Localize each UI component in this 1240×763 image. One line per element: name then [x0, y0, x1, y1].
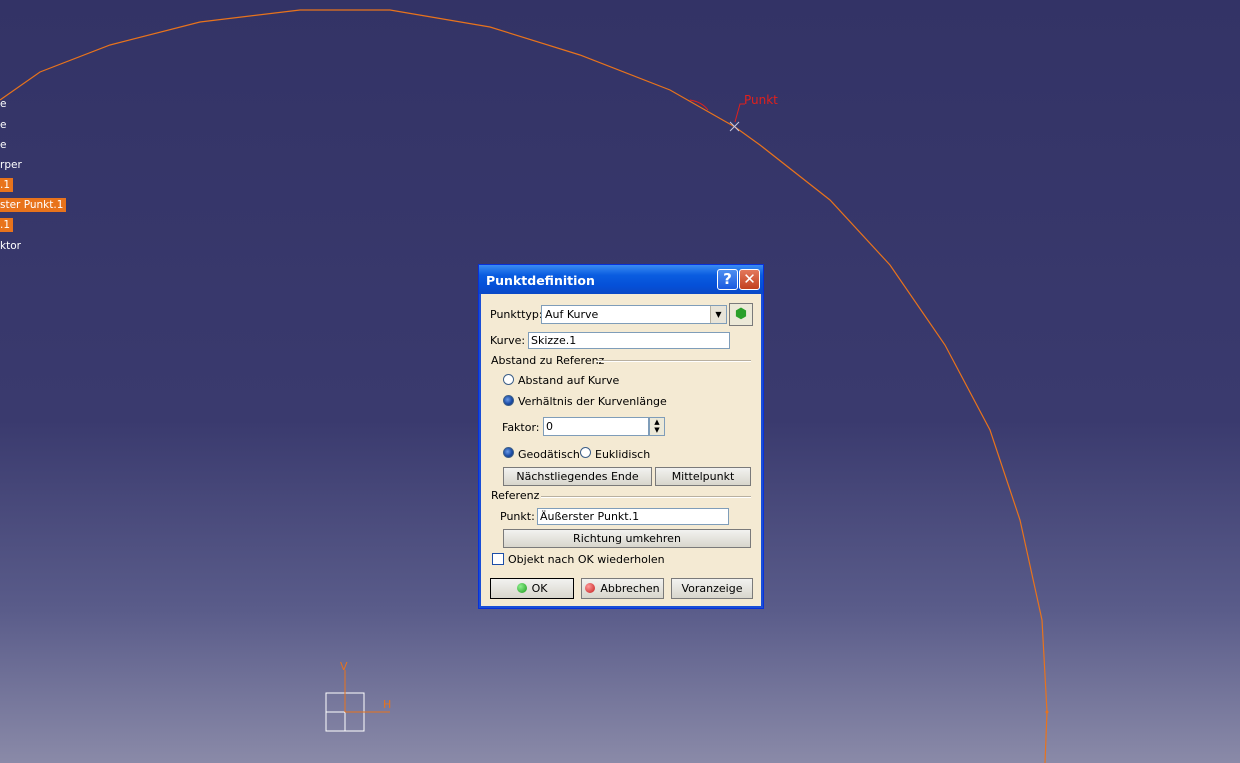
- tree-item[interactable]: ktor: [0, 239, 24, 253]
- kurve-label: Kurve:: [490, 334, 526, 347]
- red-ball-icon: [585, 583, 596, 593]
- point-label: Punkt: [744, 93, 778, 107]
- abbrechen-button-label: Abbrechen: [600, 582, 660, 595]
- curve-endpoint[interactable]: [1045, 710, 1049, 714]
- cube-icon[interactable]: ⬢: [729, 303, 753, 326]
- tree-item[interactable]: e: [0, 118, 9, 132]
- tree-item[interactable]: e: [0, 97, 9, 111]
- punkttyp-select[interactable]: Auf Kurve ▼: [541, 305, 727, 324]
- dialog-titlebar[interactable]: Punktdefinition ? ✕: [479, 265, 763, 294]
- radio-euklidisch-label[interactable]: Euklidisch: [595, 448, 650, 461]
- repeat-checkbox-label[interactable]: Objekt nach OK wiederholen: [508, 553, 665, 566]
- radio-euklidisch[interactable]: [580, 447, 591, 458]
- tree-item-highlighted[interactable]: .1: [0, 178, 14, 192]
- radio-geodaetisch[interactable]: [503, 447, 514, 458]
- tree-item[interactable]: e: [0, 138, 9, 152]
- help-icon[interactable]: ?: [717, 269, 738, 290]
- tree-item-highlighted[interactable]: .1: [0, 218, 14, 232]
- faktor-input[interactable]: 0: [543, 417, 649, 436]
- ok-button-label: OK: [531, 582, 548, 595]
- axis-h-label: H: [383, 698, 392, 711]
- divider: [596, 360, 751, 362]
- dialog-title: Punktdefinition: [486, 273, 595, 288]
- stepper-up-icon[interactable]: ▲: [650, 418, 664, 426]
- green-ball-icon: [516, 583, 527, 593]
- ratio-arc-marker: [689, 99, 709, 111]
- repeat-checkbox[interactable]: [492, 553, 504, 565]
- radio-geodaetisch-label[interactable]: Geodätisch: [518, 448, 580, 461]
- abstand-group-header: Abstand zu Referenz: [491, 354, 605, 367]
- ok-button[interactable]: OK: [490, 578, 574, 599]
- tree-item-highlighted[interactable]: ster Punkt.1: [0, 198, 67, 212]
- axis-v-label: V: [340, 660, 348, 673]
- punkttyp-value: Auf Kurve: [545, 308, 599, 321]
- stepper-down-icon[interactable]: ▼: [650, 426, 664, 434]
- voranzeige-button[interactable]: Voranzeige: [671, 578, 753, 599]
- richtung-umkehren-button[interactable]: Richtung umkehren: [503, 529, 751, 548]
- abbrechen-button[interactable]: Abbrechen: [581, 578, 664, 599]
- axis-system: [325, 670, 390, 732]
- divider: [541, 496, 751, 498]
- punkttyp-label: Punkttyp:: [490, 308, 543, 321]
- radio-abstand-auf-kurve[interactable]: [503, 374, 514, 385]
- radio-abstand-label[interactable]: Abstand auf Kurve: [518, 374, 619, 387]
- punkt-field[interactable]: Äußerster Punkt.1: [537, 508, 729, 525]
- faktor-label: Faktor:: [502, 421, 540, 434]
- mittelpunkt-button[interactable]: Mittelpunkt: [655, 467, 751, 486]
- point-marker[interactable]: [729, 121, 740, 132]
- faktor-stepper[interactable]: ▲ ▼: [649, 417, 665, 436]
- naechstliegendes-ende-button[interactable]: Nächstliegendes Ende: [503, 467, 652, 486]
- punkt-label: Punkt:: [500, 510, 535, 523]
- kurve-field[interactable]: Skizze.1: [528, 332, 730, 349]
- tree-item[interactable]: rper: [0, 158, 25, 172]
- radio-verhaeltnis[interactable]: [503, 395, 514, 406]
- referenz-group-header: Referenz: [491, 489, 540, 502]
- punktdefinition-dialog: Punktdefinition ? ✕ Punkttyp: Auf Kurve …: [478, 264, 764, 609]
- close-icon[interactable]: ✕: [739, 269, 760, 290]
- chevron-down-icon[interactable]: ▼: [710, 306, 726, 323]
- radio-verhaeltnis-label[interactable]: Verhältnis der Kurvenlänge: [518, 395, 667, 408]
